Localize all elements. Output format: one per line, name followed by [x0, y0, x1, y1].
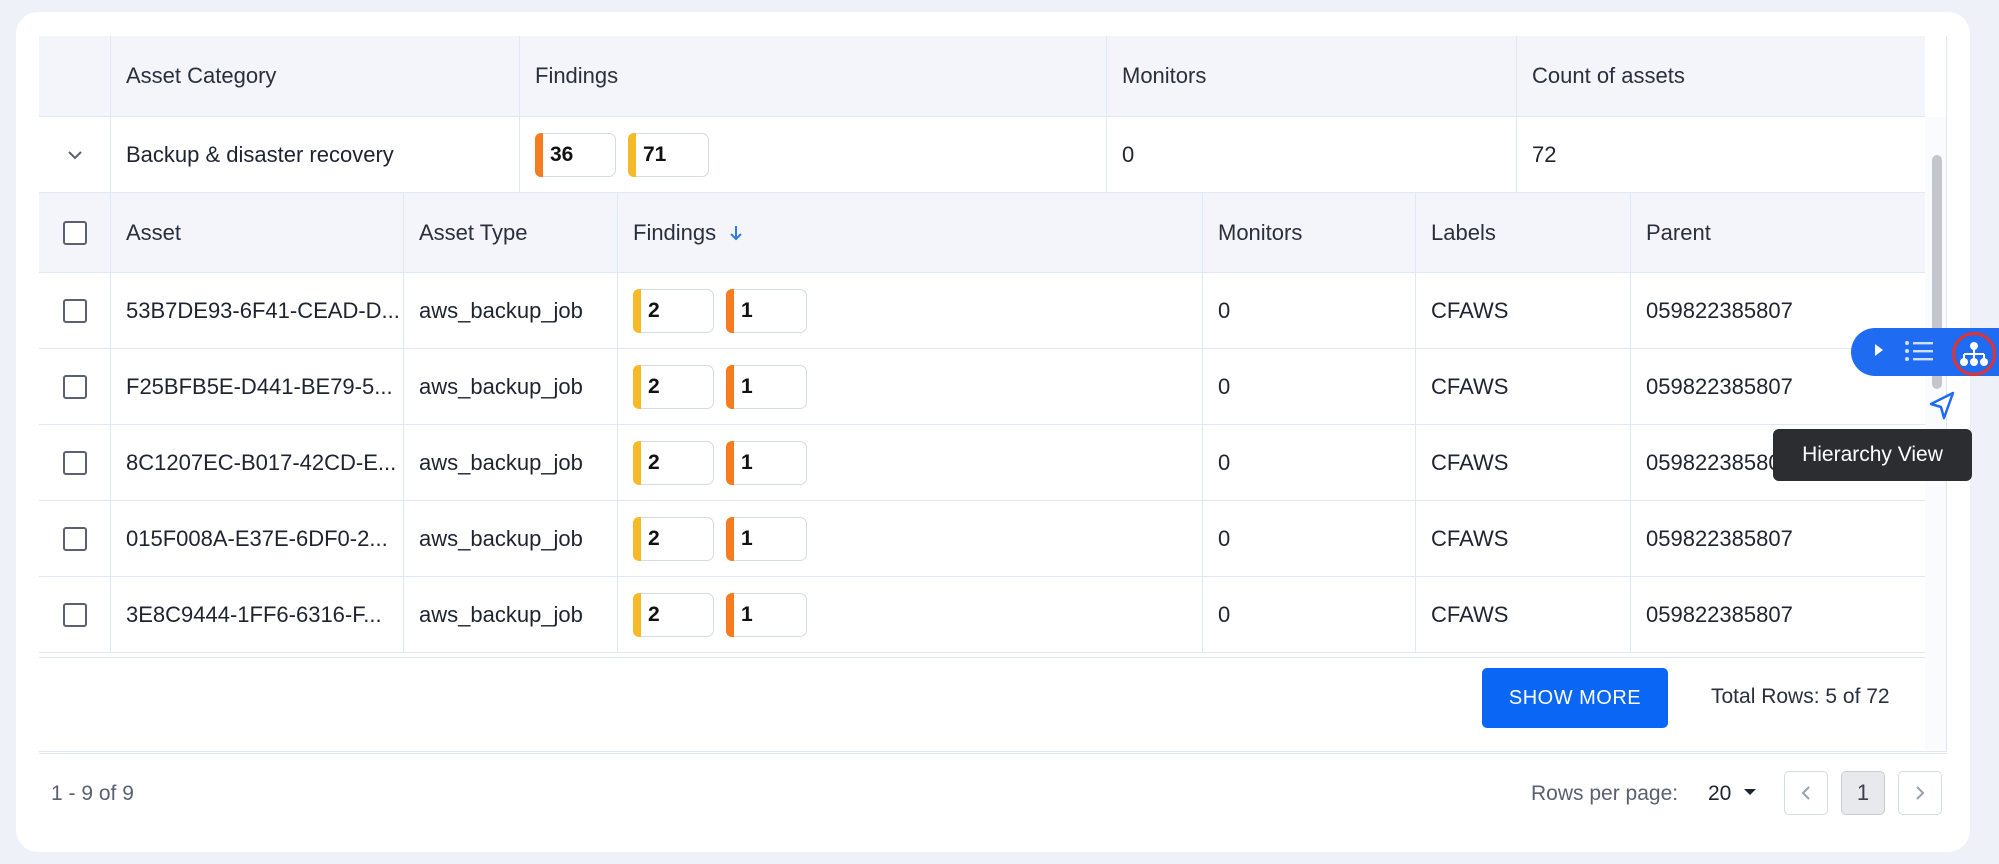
asset-type: aws_backup_job: [404, 501, 618, 576]
category-name: Backup & disaster recovery: [111, 117, 520, 192]
rows-per-page-select[interactable]: 20: [1708, 782, 1731, 806]
asset-labels: CFAWS: [1416, 501, 1631, 576]
findings-badge-medium[interactable]: 2: [633, 364, 714, 409]
findings-badge-high[interactable]: 1: [726, 288, 807, 333]
row-select-cell: [39, 349, 111, 424]
header-asset-type[interactable]: Asset Type: [404, 193, 618, 272]
asset-id[interactable]: 015F008A-E37E-6DF0-2...: [111, 501, 404, 576]
table-row[interactable]: 015F008A-E37E-6DF0-2... aws_backup_job 2 1 0…: [39, 501, 1925, 577]
header-asset-category[interactable]: Asset Category: [111, 36, 520, 116]
asset-id[interactable]: 53B7DE93-6F41-CEAD-D...: [111, 273, 404, 348]
asset-parent: 059822385807: [1646, 601, 1793, 627]
pagination-bar: 1 - 9 of 9 Rows per page: 20 1: [39, 753, 1947, 833]
table-row[interactable]: 53B7DE93-6F41-CEAD-D... aws_backup_job 2 1 0…: [39, 273, 1925, 349]
asset-findings: 21: [618, 349, 1203, 424]
findings-badge-high[interactable]: 1: [726, 516, 807, 561]
asset-type: aws_backup_job: [404, 273, 618, 348]
row-select-cell: [39, 273, 111, 348]
row-checkbox[interactable]: [62, 298, 87, 323]
asset-monitors: 0: [1203, 349, 1416, 424]
asset-type: aws_backup_job: [404, 349, 618, 424]
next-page-button[interactable]: [1898, 771, 1942, 815]
findings-badge-high[interactable]: 1: [726, 364, 807, 409]
header-monitors-inner[interactable]: Monitors: [1203, 193, 1416, 272]
floating-toolbar: [1851, 328, 1999, 376]
category-count: 72: [1532, 141, 1557, 167]
findings-badge-high[interactable]: 1: [726, 592, 807, 637]
asset-findings: 21: [618, 425, 1203, 500]
cursor-icon: [1929, 391, 1955, 420]
header-monitors[interactable]: Monitors: [1107, 36, 1517, 116]
show-more-button[interactable]: SHOW MORE: [1482, 668, 1668, 728]
arrow-down-icon[interactable]: [728, 224, 744, 242]
header-asset[interactable]: Asset: [111, 193, 404, 272]
asset-table-header: Asset Asset Type Findings Monitors Label…: [39, 193, 1925, 273]
table-row[interactable]: F25BFB5E-D441-BE79-5... aws_backup_job 2 1 0…: [39, 349, 1925, 425]
header-parent[interactable]: Parent: [1631, 193, 1925, 272]
asset-labels: CFAWS: [1416, 349, 1631, 424]
chevron-down-icon: [67, 150, 82, 159]
asset-id[interactable]: 8C1207EC-B017-42CD-E...: [111, 425, 404, 500]
asset-id[interactable]: F25BFB5E-D441-BE79-5...: [111, 349, 404, 424]
play-icon[interactable]: [1873, 340, 1885, 360]
findings-badge-medium[interactable]: 2: [633, 592, 714, 637]
expand-toggle[interactable]: [39, 117, 111, 192]
asset-labels: CFAWS: [1416, 425, 1631, 500]
findings-badge-medium[interactable]: 2: [633, 516, 714, 561]
header-labels[interactable]: Labels: [1416, 193, 1631, 272]
list-icon[interactable]: [1903, 336, 1935, 366]
asset-findings: 21: [618, 501, 1203, 576]
table-row[interactable]: 3E8C9444-1FF6-6316-F... aws_backup_job 2 1 0…: [39, 577, 1925, 653]
category-row[interactable]: Backup & disaster recovery 36 71 0 72: [39, 117, 1925, 193]
asset-monitors: 0: [1203, 273, 1416, 348]
row-select-cell: [39, 425, 111, 500]
total-rows-text: Total Rows: 5 of 72: [1711, 685, 1890, 708]
asset-type: aws_backup_job: [404, 577, 618, 652]
findings-badge-medium[interactable]: 2: [633, 288, 714, 333]
row-checkbox[interactable]: [62, 526, 87, 551]
table-footer: SHOW MORE Total Rows: 5 of 72: [39, 657, 1925, 751]
rows-per-page-label: Rows per page:: [1531, 782, 1679, 805]
caret-down-icon[interactable]: [1743, 787, 1757, 797]
findings-badge-high[interactable]: 36: [535, 132, 616, 177]
category-findings: 36 71: [520, 117, 1107, 192]
outer-header-spacer: [39, 36, 111, 116]
asset-findings: 21: [618, 577, 1203, 652]
hierarchy-view-tooltip: Hierarchy View: [1773, 429, 1972, 481]
header-findings-label: Findings: [633, 219, 717, 245]
asset-labels: CFAWS: [1416, 273, 1631, 348]
page-button-current[interactable]: 1: [1841, 771, 1885, 815]
row-select-cell: [39, 501, 111, 576]
select-all-checkbox[interactable]: [62, 220, 87, 245]
row-checkbox[interactable]: [62, 450, 87, 475]
findings-badge-medium[interactable]: 2: [633, 440, 714, 485]
header-findings-sortable[interactable]: Findings: [618, 193, 1203, 272]
asset-monitors: 0: [1203, 501, 1416, 576]
row-select-cell: [39, 577, 111, 652]
asset-type: aws_backup_job: [404, 425, 618, 500]
asset-findings: 21: [618, 273, 1203, 348]
findings-badge-medium[interactable]: 71: [628, 132, 709, 177]
findings-badge-high[interactable]: 1: [726, 440, 807, 485]
outer-table-header: Asset Category Findings Monitors Count o…: [39, 36, 1925, 117]
asset-id[interactable]: 3E8C9444-1FF6-6316-F...: [111, 577, 404, 652]
prev-page-button[interactable]: [1784, 771, 1828, 815]
asset-monitors: 0: [1203, 425, 1416, 500]
asset-parent: 059822385807: [1646, 525, 1793, 551]
hierarchy-view-button[interactable]: [1952, 332, 1996, 376]
category-monitors: 0: [1107, 117, 1517, 192]
select-all-cell: [39, 193, 111, 272]
pagination-range: 1 - 9 of 9: [51, 782, 134, 805]
chevron-left-icon: [1801, 786, 1810, 800]
header-findings[interactable]: Findings: [520, 36, 1107, 116]
asset-labels: CFAWS: [1416, 577, 1631, 652]
hierarchy-icon: [1960, 342, 1988, 366]
table-row[interactable]: 8C1207EC-B017-42CD-E... aws_backup_job 2 1 0…: [39, 425, 1925, 501]
row-checkbox[interactable]: [62, 602, 87, 627]
chevron-right-icon: [1916, 786, 1925, 800]
asset-monitors: 0: [1203, 577, 1416, 652]
header-count-of-assets[interactable]: Count of assets: [1517, 36, 1925, 116]
row-checkbox[interactable]: [62, 374, 87, 399]
asset-category-table: Asset Category Findings Monitors Count o…: [39, 36, 1947, 752]
